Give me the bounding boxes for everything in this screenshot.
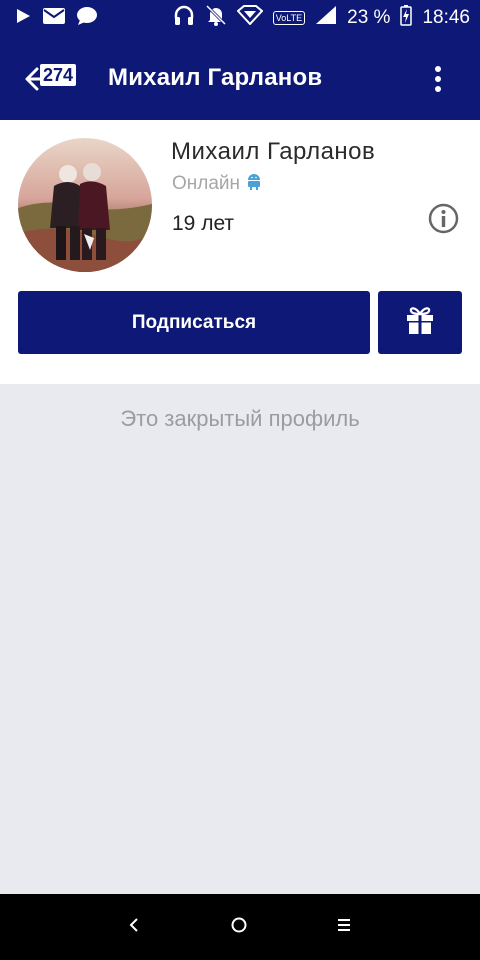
nav-back-button[interactable] — [117, 910, 151, 944]
online-status-label: Онлайн — [172, 173, 241, 194]
app-bar: 274 Михаил Гарланов — [0, 36, 480, 120]
unread-count-badge: 274 — [40, 64, 77, 86]
profile-age: 19 лет — [172, 212, 235, 235]
volte-indicator: VoLTE — [272, 11, 306, 25]
avatar[interactable] — [18, 138, 152, 272]
battery-icon — [400, 4, 413, 32]
gift-button[interactable] — [378, 291, 462, 354]
chat-icon — [76, 6, 98, 31]
online-status: Онлайн — [172, 172, 262, 196]
private-profile-message: Это закрытый профиль — [120, 406, 360, 431]
nav-home-button[interactable] — [222, 910, 256, 944]
clock: 18:46 — [422, 7, 470, 28]
info-icon — [428, 203, 459, 238]
play-icon — [14, 7, 32, 30]
nav-back-icon — [127, 916, 141, 939]
signal-icon — [315, 5, 337, 31]
profile-name: Михаил Гарланов — [171, 138, 376, 165]
more-vert-icon — [424, 66, 452, 100]
wifi-diamond-icon — [236, 5, 264, 31]
status-bar: VoLTE 23 % 18:46 — [0, 0, 480, 36]
page-title: Михаил Гарланов — [108, 64, 323, 91]
system-navigation-bar — [0, 894, 480, 960]
bell-off-icon — [205, 4, 227, 32]
nav-home-icon — [230, 916, 248, 939]
nav-menu-icon — [336, 917, 352, 938]
android-icon — [246, 172, 262, 196]
battery-percent: 23 % — [347, 7, 391, 28]
profile-header: Михаил Гарланов Онлайн 19 лет Подписатьс… — [0, 120, 480, 384]
mail-icon — [42, 7, 66, 30]
subscribe-button[interactable]: Подписаться — [18, 291, 370, 354]
back-button[interactable]: 274 — [24, 56, 84, 100]
info-button[interactable] — [428, 203, 459, 234]
gift-icon — [406, 305, 434, 340]
status-right-icons: VoLTE 23 % 18:46 — [173, 0, 470, 36]
headphones-icon — [173, 4, 195, 32]
status-left-icons — [14, 0, 98, 36]
nav-menu-button[interactable] — [327, 910, 361, 944]
more-options-button[interactable] — [424, 64, 452, 96]
